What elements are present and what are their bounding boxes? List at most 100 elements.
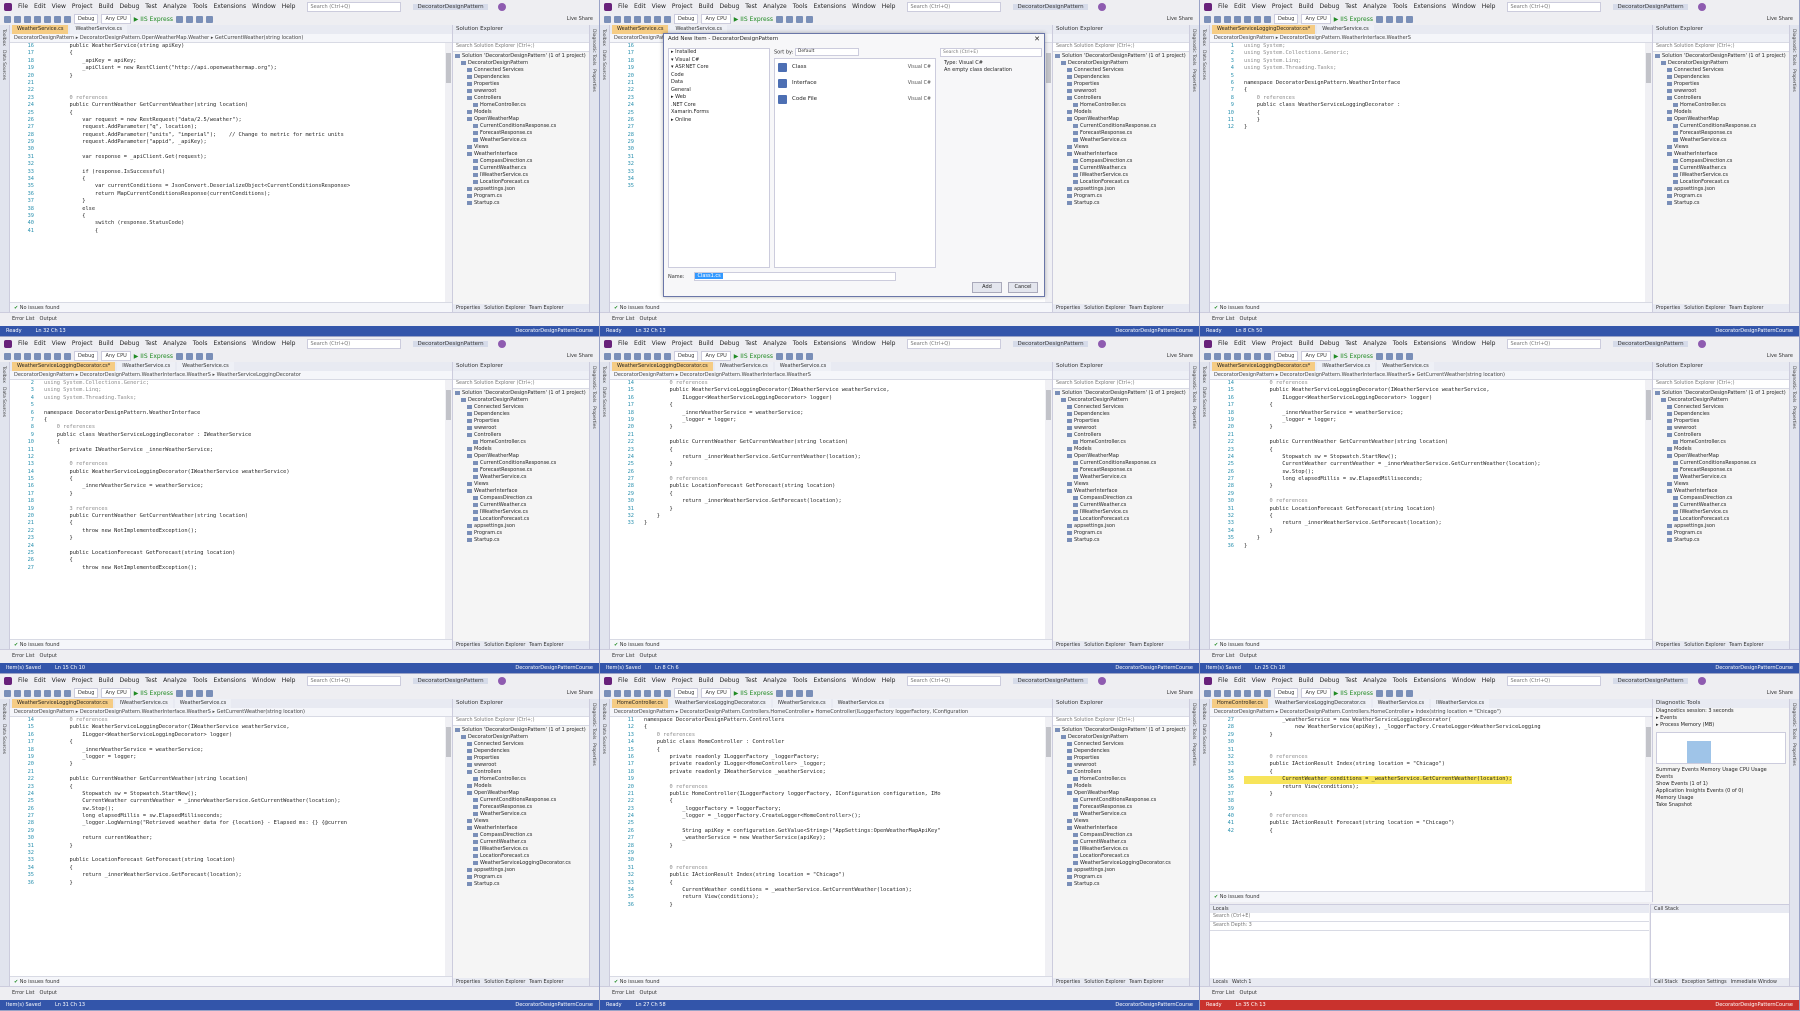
tree-item[interactable]: CompassDirection.cs bbox=[453, 495, 589, 502]
line-text[interactable]: public WeatherServiceLoggingDecorator(IW… bbox=[1244, 387, 1490, 394]
line-text[interactable]: 3 references bbox=[44, 506, 108, 513]
menu-tools[interactable]: Tools bbox=[793, 677, 808, 684]
rail-tab-toolbox[interactable]: Toolbox bbox=[601, 703, 606, 720]
line-text[interactable]: { bbox=[644, 491, 673, 498]
menu-view[interactable]: View bbox=[1252, 340, 1266, 347]
cancel-button[interactable]: Cancel bbox=[1008, 282, 1038, 293]
refresh-icon[interactable] bbox=[1375, 689, 1383, 697]
tree-item[interactable]: ForecastResponse.cs bbox=[1653, 467, 1789, 474]
tree-item[interactable]: ForecastResponse.cs bbox=[1053, 130, 1189, 137]
save-icon[interactable] bbox=[34, 689, 41, 697]
bottom-tab[interactable]: Output bbox=[640, 987, 657, 1000]
solution-explorer-search[interactable]: Search Solution Explorer (Ctrl+;) bbox=[1053, 43, 1189, 52]
tree-item[interactable]: DecoratorDesignPattern bbox=[1053, 397, 1189, 404]
tree-item[interactable]: HomeController.cs bbox=[453, 102, 589, 109]
document-tab[interactable]: IWeatherService.cs bbox=[714, 362, 773, 371]
category-item[interactable]: Data bbox=[669, 79, 769, 87]
menu-debug[interactable]: Debug bbox=[1320, 340, 1340, 347]
tree-item[interactable]: WeatherService.cs bbox=[1053, 474, 1189, 481]
tree-item[interactable]: LocationForecast.cs bbox=[1053, 179, 1189, 186]
tree-item[interactable]: Startup.cs bbox=[1653, 537, 1789, 544]
bookmark-icon[interactable] bbox=[205, 689, 213, 697]
line-text[interactable]: } bbox=[644, 506, 673, 513]
line-text[interactable]: { bbox=[1244, 769, 1273, 776]
search-input[interactable]: Search (Ctrl+Q) bbox=[307, 1, 402, 12]
menu-view[interactable]: View bbox=[652, 3, 666, 10]
tree-item[interactable]: CompassDirection.cs bbox=[1053, 158, 1189, 165]
menu-view[interactable]: View bbox=[52, 3, 66, 10]
line-text[interactable]: { bbox=[1244, 402, 1273, 409]
bottom-tab[interactable]: Output bbox=[640, 650, 657, 663]
tree-item[interactable]: IWeatherService.cs bbox=[453, 509, 589, 516]
comment-icon[interactable] bbox=[1395, 352, 1403, 360]
platform-select[interactable]: Any CPU bbox=[701, 351, 731, 361]
tree-item[interactable]: WeatherService.cs bbox=[1653, 137, 1789, 144]
document-tab[interactable]: WeatherService.cs bbox=[177, 362, 234, 371]
line-text[interactable]: using System.Linq; bbox=[1244, 58, 1301, 65]
line-text[interactable]: } bbox=[1244, 732, 1273, 739]
line-text[interactable]: using System.Threading.Tasks; bbox=[44, 395, 136, 402]
tree-item[interactable]: HomeController.cs bbox=[453, 439, 589, 446]
line-text[interactable]: } bbox=[1244, 424, 1273, 431]
save-icon[interactable] bbox=[34, 15, 41, 23]
line-text[interactable]: } bbox=[1244, 124, 1247, 131]
line-text[interactable]: { bbox=[644, 447, 673, 454]
bottom-tab[interactable]: Error List bbox=[12, 650, 35, 663]
live-share-button[interactable]: Live Share bbox=[1767, 353, 1793, 359]
forward-icon[interactable] bbox=[614, 689, 621, 697]
menu-project[interactable]: Project bbox=[1272, 3, 1293, 10]
menu-window[interactable]: Window bbox=[1452, 3, 1476, 10]
line-text[interactable]: var currentConditions = JsonConvert.Dese… bbox=[44, 183, 350, 190]
configuration-select[interactable]: Debug bbox=[1274, 351, 1299, 361]
tree-item[interactable]: CurrentWeather.cs bbox=[453, 502, 589, 509]
menu-help[interactable]: Help bbox=[282, 677, 296, 684]
line-text[interactable]: CurrentWeather conditions = _weatherServ… bbox=[1244, 776, 1512, 784]
line-text[interactable]: _weatherService = new WeatherService(api… bbox=[644, 835, 826, 842]
template-item[interactable]: Class Visual C# bbox=[775, 59, 935, 75]
new-project-icon[interactable] bbox=[624, 689, 631, 697]
tree-item[interactable]: Solution 'DecoratorDesignPattern' (1 of … bbox=[1653, 53, 1789, 60]
rail-tab[interactable]: Diagnostic Tools bbox=[1791, 703, 1796, 739]
refresh-icon[interactable] bbox=[175, 689, 183, 697]
refresh-icon[interactable] bbox=[175, 15, 183, 23]
tree-item[interactable]: LocationForecast.cs bbox=[453, 179, 589, 186]
forward-icon[interactable] bbox=[1214, 689, 1221, 697]
category-item[interactable]: Xamarin.Forms bbox=[669, 109, 769, 117]
solution-explorer-toolbar[interactable] bbox=[453, 708, 589, 717]
category-item[interactable]: General bbox=[669, 87, 769, 95]
line-text[interactable]: request.AddParameter("units", "imperial"… bbox=[44, 132, 344, 139]
line-text[interactable]: return _innerWeatherService.GetCurrentWe… bbox=[644, 454, 861, 461]
line-text[interactable]: { bbox=[644, 747, 660, 754]
diag-row[interactable]: ▸ Events bbox=[1653, 715, 1789, 722]
menu-file[interactable]: File bbox=[18, 677, 28, 684]
tree-item[interactable]: Models bbox=[1053, 446, 1189, 453]
menu-tools[interactable]: Tools bbox=[193, 340, 208, 347]
document-tab[interactable]: WeatherServiceLoggingDecorator.cs* bbox=[1212, 362, 1316, 371]
tree-item[interactable]: Properties bbox=[453, 418, 589, 425]
solution-explorer-search[interactable]: Search Solution Explorer (Ctrl+;) bbox=[453, 43, 589, 52]
browser-link-icon[interactable] bbox=[185, 352, 193, 360]
line-text[interactable]: _logger = logger; bbox=[644, 417, 736, 424]
tree-item[interactable]: CurrentConditionsResponse.cs bbox=[1653, 123, 1789, 130]
tree-item[interactable]: CurrentWeather.cs bbox=[453, 165, 589, 172]
tree-item[interactable]: WeatherService.cs bbox=[453, 811, 589, 818]
search-depth[interactable]: Search Depth: 3 bbox=[1210, 922, 1649, 931]
menu-tools[interactable]: Tools bbox=[793, 3, 808, 10]
line-text[interactable]: ILogger<WeatherServiceLoggingDecorator> … bbox=[644, 395, 832, 402]
menu-test[interactable]: Test bbox=[145, 677, 157, 684]
run-button[interactable]: ▶ IIS Express bbox=[1334, 690, 1373, 697]
line-text[interactable]: { bbox=[44, 176, 85, 183]
document-tab[interactable]: IWeatherService.cs bbox=[117, 362, 176, 371]
line-text[interactable]: public WeatherServiceLoggingDecorator(IW… bbox=[44, 724, 290, 731]
undo-icon[interactable] bbox=[1254, 15, 1261, 23]
platform-select[interactable]: Any CPU bbox=[101, 14, 131, 24]
document-tab[interactable]: WeatherService.cs bbox=[832, 699, 890, 708]
line-text[interactable]: } bbox=[1244, 483, 1273, 490]
menu-build[interactable]: Build bbox=[698, 3, 713, 10]
line-text[interactable]: public CurrentWeather GetCurrentWeather(… bbox=[1244, 439, 1449, 446]
menu-edit[interactable]: Edit bbox=[1234, 677, 1246, 684]
tree-item[interactable]: IWeatherService.cs bbox=[1053, 509, 1189, 516]
menu-file[interactable]: File bbox=[1218, 340, 1228, 347]
tree-item[interactable]: Properties bbox=[1053, 418, 1189, 425]
line-text[interactable]: { bbox=[644, 798, 673, 805]
